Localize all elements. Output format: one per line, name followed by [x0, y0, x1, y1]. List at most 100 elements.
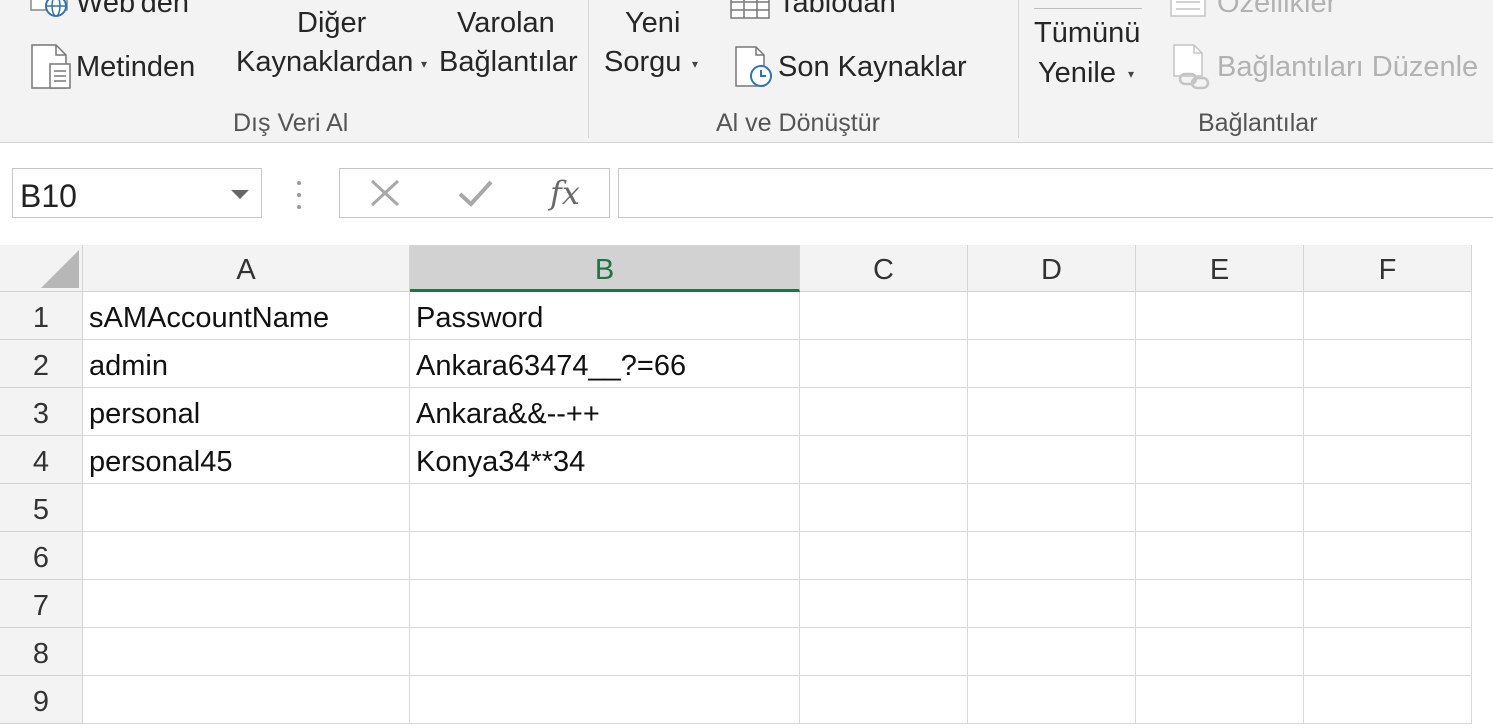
web-icon — [30, 0, 68, 17]
cell-e6[interactable] — [1136, 532, 1304, 580]
cell-d4[interactable] — [968, 436, 1136, 484]
chevron-down-icon: ▾ — [692, 57, 699, 71]
recent-sources-icon — [735, 46, 772, 87]
column-header-a[interactable]: A — [83, 245, 410, 292]
select-all-triangle-icon — [41, 250, 79, 288]
cell-e4[interactable] — [1136, 436, 1304, 484]
cell-f5[interactable] — [1304, 484, 1472, 532]
chevron-down-icon[interactable] — [231, 190, 249, 199]
varolan-label-line2: Bağlantılar — [439, 46, 578, 78]
chevron-down-icon: ▾ — [421, 57, 428, 71]
cell-b3[interactable]: Ankara&&--++ — [410, 388, 800, 436]
row-header-8[interactable]: 8 — [0, 628, 83, 676]
row-header-1[interactable]: 1 — [0, 292, 83, 340]
edit-links-icon — [1173, 44, 1210, 90]
cell-a1[interactable]: sAMAccountName — [83, 292, 410, 340]
cell-d7[interactable] — [968, 580, 1136, 628]
cell-f8[interactable] — [1304, 628, 1472, 676]
cell-c4[interactable] — [800, 436, 968, 484]
column-header-c[interactable]: C — [800, 245, 968, 292]
cell-c2[interactable] — [800, 340, 968, 388]
cell-c3[interactable] — [800, 388, 968, 436]
cell-e3[interactable] — [1136, 388, 1304, 436]
group-separator — [1018, 0, 1019, 138]
properties-icon — [1170, 0, 1206, 17]
column-header-b[interactable]: B — [410, 245, 800, 292]
name-box[interactable]: B10 — [12, 168, 262, 218]
cell-b1[interactable]: Password — [410, 292, 800, 340]
cell-a8[interactable] — [83, 628, 410, 676]
group-label-al-ve-donustur: Al ve Dönüştür — [716, 109, 880, 137]
cell-b7[interactable] — [410, 580, 800, 628]
tumunu-label-line2: Yenile — [1038, 57, 1116, 89]
cell-d6[interactable] — [968, 532, 1136, 580]
row-header-4[interactable]: 4 — [0, 436, 83, 484]
select-all-button[interactable] — [0, 245, 83, 292]
row-header-2[interactable]: 2 — [0, 340, 83, 388]
cell-c7[interactable] — [800, 580, 968, 628]
formula-input[interactable] — [618, 168, 1493, 218]
cell-a6[interactable] — [83, 532, 410, 580]
cell-f6[interactable] — [1304, 532, 1472, 580]
cell-b2[interactable]: Ankara63474__?=66 — [410, 340, 800, 388]
ozellikler-label: Özellikler — [1217, 0, 1337, 19]
cell-c5[interactable] — [800, 484, 968, 532]
row-header-5[interactable]: 5 — [0, 484, 83, 532]
refresh-icon-edge — [1034, 8, 1142, 9]
cell-f4[interactable] — [1304, 436, 1472, 484]
metinden-label: Metinden — [76, 51, 196, 83]
yeni-label-line2: Sorgu — [604, 46, 682, 78]
cell-b6[interactable] — [410, 532, 800, 580]
cell-d5[interactable] — [968, 484, 1136, 532]
cell-c1[interactable] — [800, 292, 968, 340]
group-label-baglantilar: Bağlantılar — [1198, 109, 1318, 137]
row-header-6[interactable]: 6 — [0, 532, 83, 580]
cell-e8[interactable] — [1136, 628, 1304, 676]
cell-b5[interactable] — [410, 484, 800, 532]
cell-a7[interactable] — [83, 580, 410, 628]
cell-c6[interactable] — [800, 532, 968, 580]
cell-e2[interactable] — [1136, 340, 1304, 388]
cell-a4[interactable]: personal45 — [83, 436, 410, 484]
text-file-icon — [31, 44, 71, 89]
diger-label-line2: Kaynaklardan — [236, 46, 414, 78]
cell-e5[interactable] — [1136, 484, 1304, 532]
cell-e7[interactable] — [1136, 580, 1304, 628]
cell-f1[interactable] — [1304, 292, 1472, 340]
baglantilari-duzenle-label: Bağlantıları Düzenle — [1217, 51, 1479, 83]
yeni-label-line1: Yeni — [625, 7, 681, 39]
row-header-3[interactable]: 3 — [0, 388, 83, 436]
cell-d8[interactable] — [968, 628, 1136, 676]
group-label-dis-veri-al: Dış Veri Al — [233, 109, 349, 137]
cell-f3[interactable] — [1304, 388, 1472, 436]
table-icon — [730, 0, 770, 19]
chevron-down-icon: ▾ — [1128, 67, 1135, 81]
column-header-f[interactable]: F — [1304, 245, 1472, 292]
cell-a2[interactable]: admin — [83, 340, 410, 388]
column-header-e[interactable]: E — [1136, 245, 1304, 292]
cell-c8[interactable] — [800, 628, 968, 676]
tablodan-label: Tablodan — [778, 0, 896, 19]
formula-buttons: fx — [339, 168, 610, 218]
row-header-7[interactable]: 7 — [0, 580, 83, 628]
son-kaynaklar-label: Son Kaynaklar — [778, 51, 967, 83]
cancel-icon[interactable] — [355, 169, 415, 217]
ribbon: Web'den Metinden Diğer Kaynaklardan ▾ Va… — [0, 0, 1493, 143]
cell-d2[interactable] — [968, 340, 1136, 388]
diger-label-line1: Diğer — [297, 7, 367, 39]
cell-f2[interactable] — [1304, 340, 1472, 388]
insert-function-icon[interactable]: fx — [550, 174, 580, 212]
group-separator — [588, 0, 589, 138]
cell-f7[interactable] — [1304, 580, 1472, 628]
cell-a3[interactable]: personal — [83, 388, 410, 436]
cell-b4[interactable]: Konya34**34 — [410, 436, 800, 484]
cell-e1[interactable] — [1136, 292, 1304, 340]
name-box-value: B10 — [20, 178, 77, 214]
cell-d1[interactable] — [968, 292, 1136, 340]
more-options-icon[interactable] — [297, 181, 301, 209]
cell-b8[interactable] — [410, 628, 800, 676]
enter-check-icon[interactable] — [445, 169, 505, 217]
cell-d3[interactable] — [968, 388, 1136, 436]
column-header-d[interactable]: D — [968, 245, 1136, 292]
cell-a5[interactable] — [83, 484, 410, 532]
